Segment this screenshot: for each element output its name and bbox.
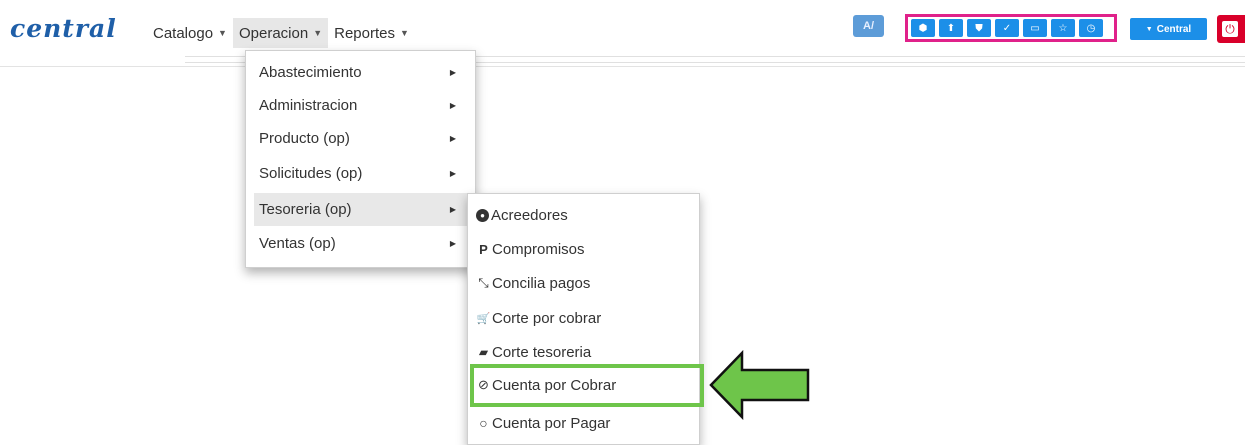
cart-icon: 🛒 xyxy=(476,312,491,325)
menu-item-label: Solicitudes (op) xyxy=(259,165,363,182)
menu-item-compromisos[interactable]: P Compromisos xyxy=(476,234,585,264)
operacion-dropdown: Abastecimiento ▶ Administracion ▶ Produc… xyxy=(245,50,476,268)
ticket-icon[interactable]: ▭ xyxy=(1023,19,1047,37)
nav-label: Reportes xyxy=(334,24,395,42)
menu-item-label: Corte por cobrar xyxy=(492,309,602,327)
caret-right-icon: ▶ xyxy=(449,169,456,178)
menu-item-label: Abastecimiento xyxy=(259,64,362,81)
cube-icon[interactable]: ⬢ xyxy=(911,19,935,37)
font-size-button[interactable]: A/ xyxy=(853,15,884,37)
power-icon: ⏻ xyxy=(1222,21,1238,37)
nav-label: Operacion xyxy=(238,24,309,42)
menu-item-acreedores[interactable]: ● Acreedores xyxy=(476,200,568,230)
upload-icon[interactable]: ⬆ xyxy=(939,19,963,37)
menu-item-administracion[interactable]: Administracion ▶ xyxy=(254,89,470,122)
caret-right-icon: ▶ xyxy=(449,239,456,248)
caret-down-icon: ▼ xyxy=(313,28,323,38)
app-logo[interactable]: central xyxy=(10,14,117,43)
menu-item-label: Tesoreria (op) xyxy=(259,201,352,218)
menu-item-tesoreria[interactable]: Tesoreria (op) ▶ xyxy=(254,193,470,226)
menu-item-concilia-pagos[interactable]: ⤡ Concilia pagos xyxy=(476,268,590,298)
tesoreria-submenu: ● Acreedores P Compromisos ⤡ Concilia pa… xyxy=(467,193,700,445)
nav-catalogo[interactable]: Catalogo ▼ xyxy=(147,18,233,48)
font-icon: A/ xyxy=(863,20,874,32)
caret-down-icon: ▼ xyxy=(399,28,409,38)
paypal-icon: P xyxy=(479,241,488,257)
circle-icon: ○ xyxy=(479,415,488,431)
menu-item-solicitudes[interactable]: Solicitudes (op) ▶ xyxy=(254,157,470,190)
clock-icon[interactable]: ◷ xyxy=(1079,19,1103,37)
menu-item-abastecimiento[interactable]: Abastecimiento ▶ xyxy=(254,56,470,89)
menu-item-label: Ventas (op) xyxy=(259,235,336,252)
compress-icon: ⤡ xyxy=(478,275,489,290)
shield-icon[interactable]: ⛊ xyxy=(967,19,991,37)
menu-item-label: Cuenta por Pagar xyxy=(492,414,611,432)
caret-down-icon: ▼ xyxy=(1145,25,1153,33)
caret-right-icon: ▶ xyxy=(449,68,456,77)
header-divider xyxy=(0,66,1245,67)
central-button[interactable]: ▼ Central xyxy=(1130,18,1207,40)
menu-item-producto[interactable]: Producto (op) ▶ xyxy=(254,122,470,155)
star-icon[interactable]: ☆ xyxy=(1051,19,1075,37)
menu-item-corte-por-cobrar[interactable]: 🛒 Corte por cobrar xyxy=(476,303,602,333)
menu-item-label: Corte tesoreria xyxy=(492,343,592,361)
user-circle-icon: ● xyxy=(476,208,489,222)
menu-item-label: Administracion xyxy=(259,97,358,114)
menu-item-ventas[interactable]: Ventas (op) ▶ xyxy=(254,227,470,260)
menu-item-label: Concilia pagos xyxy=(492,274,591,292)
caret-down-icon: ▼ xyxy=(218,28,227,38)
book-icon: ▰ xyxy=(478,345,489,359)
menu-item-label: Compromisos xyxy=(492,240,585,258)
highlight-box xyxy=(470,364,704,407)
nav-reportes[interactable]: Reportes ▼ xyxy=(328,18,415,48)
caret-right-icon: ▶ xyxy=(449,101,456,110)
check-circle-icon[interactable]: ✓ xyxy=(995,19,1019,37)
caret-right-icon: ▶ xyxy=(449,134,456,143)
menu-item-label: Producto (op) xyxy=(259,130,350,147)
toolbar-icon-group: ⬢ ⬆ ⛊ ✓ ▭ ☆ ◷ xyxy=(905,14,1117,42)
caret-right-icon: ▶ xyxy=(449,205,456,214)
menu-item-corte-tesoreria[interactable]: ▰ Corte tesoreria xyxy=(476,337,591,367)
menu-item-label: Acreedores xyxy=(491,206,568,224)
nav-operacion[interactable]: Operacion ▼ xyxy=(232,18,329,48)
menu-item-cuenta-por-pagar[interactable]: ○ Cuenta por Pagar xyxy=(476,408,610,438)
logout-button[interactable]: ⏻ xyxy=(1217,15,1245,43)
nav-label: Catalogo xyxy=(153,24,214,42)
pointer-arrow-icon xyxy=(709,350,810,420)
main-nav: Catalogo ▼ Operacion ▼ Reportes ▼ xyxy=(147,18,415,48)
central-label: Central xyxy=(1156,23,1192,35)
